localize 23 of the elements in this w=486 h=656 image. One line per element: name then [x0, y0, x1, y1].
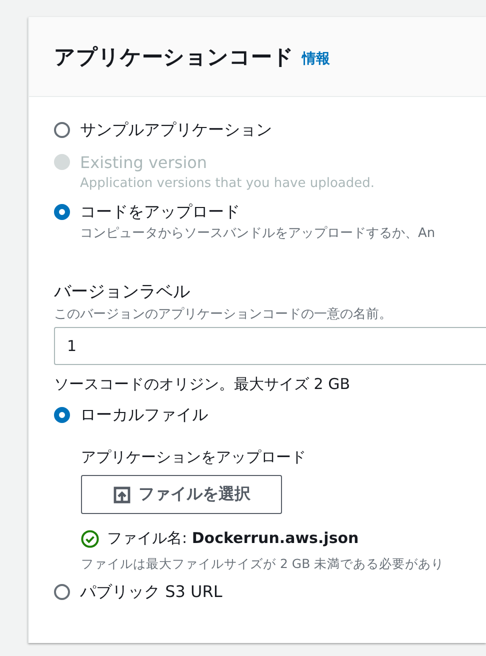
- radio-label: パブリック S3 URL: [80, 582, 222, 602]
- radio-label: ローカルファイル: [80, 404, 208, 426]
- radio-button[interactable]: [54, 204, 70, 220]
- radio-button[interactable]: [54, 122, 70, 138]
- choose-file-button[interactable]: ファイルを選択: [81, 475, 282, 514]
- field-description: このバージョンのアプリケーションコードの一意の名前。: [54, 306, 393, 323]
- info-link[interactable]: 情報: [302, 50, 330, 68]
- radio-label: Existing version: [80, 152, 208, 172]
- upload-label: アプリケーションをアップロード: [81, 448, 307, 467]
- option-description: コンピュータからソースバンドルをアップロードするか、An: [80, 225, 436, 243]
- field-label: バージョンラベル: [54, 281, 191, 303]
- section-title: アプリケーションコード: [54, 44, 294, 70]
- radio-label: コードをアップロード: [80, 202, 240, 222]
- file-name: ファイル名: Dockerrun.aws.json: [107, 529, 359, 548]
- radio-label: サンプルアプリケーション: [80, 120, 272, 140]
- radio-button[interactable]: [54, 407, 70, 423]
- success-check-icon: [81, 530, 99, 548]
- version-input-field[interactable]: 1: [54, 327, 486, 365]
- option-description: Application versions that you have uploaded.: [80, 175, 376, 193]
- file-constraint-note: ファイルは最大ファイルサイズが 2 GB 未満である必要があり: [81, 556, 446, 573]
- upload-icon: [112, 486, 130, 504]
- field-label: ソースコードのオリジン。最大サイズ 2 GB: [54, 375, 351, 394]
- radio-button[interactable]: [54, 584, 70, 600]
